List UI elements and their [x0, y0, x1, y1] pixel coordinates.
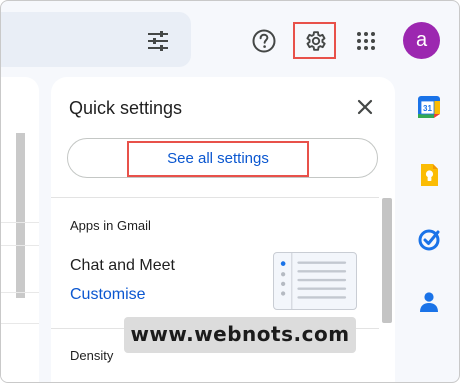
density-heading: Density — [70, 348, 114, 363]
keep-icon[interactable] — [416, 162, 442, 188]
contacts-icon[interactable] — [416, 289, 442, 315]
mail-list-pane — [1, 77, 39, 382]
list-divider — [1, 222, 39, 223]
section-divider — [51, 197, 379, 198]
quick-settings-title: Quick settings — [69, 98, 183, 118]
list-divider — [1, 292, 39, 293]
gmail-window: a Quick settings See all settings Apps i… — [0, 0, 460, 383]
search-options-icon[interactable] — [146, 29, 170, 53]
avatar[interactable]: a — [403, 22, 440, 59]
mail-list-scrollbar[interactable] — [16, 133, 25, 298]
calendar-icon[interactable]: 31 — [416, 94, 442, 120]
close-icon[interactable] — [354, 96, 376, 118]
customise-link[interactable]: Customise — [70, 286, 146, 304]
help-icon[interactable] — [251, 28, 277, 54]
list-divider — [1, 245, 39, 246]
settings-gear-icon — [306, 31, 326, 51]
see-all-settings-button[interactable]: See all settings — [127, 141, 309, 177]
apps-in-gmail-heading: Apps in Gmail — [70, 218, 151, 233]
quick-settings-scrollbar[interactable] — [382, 198, 392, 323]
tasks-icon[interactable] — [416, 227, 442, 253]
list-divider — [1, 323, 39, 324]
chat-layout-preview — [273, 252, 357, 310]
chat-and-meet-label: Chat and Meet — [70, 257, 175, 274]
watermark: www.webnots.com — [124, 317, 356, 353]
watermark-text: www.webnots.com — [130, 322, 350, 346]
apps-grid-icon[interactable] — [356, 31, 376, 51]
calendar-day: 31 — [423, 104, 432, 113]
settings-button[interactable] — [293, 22, 336, 59]
